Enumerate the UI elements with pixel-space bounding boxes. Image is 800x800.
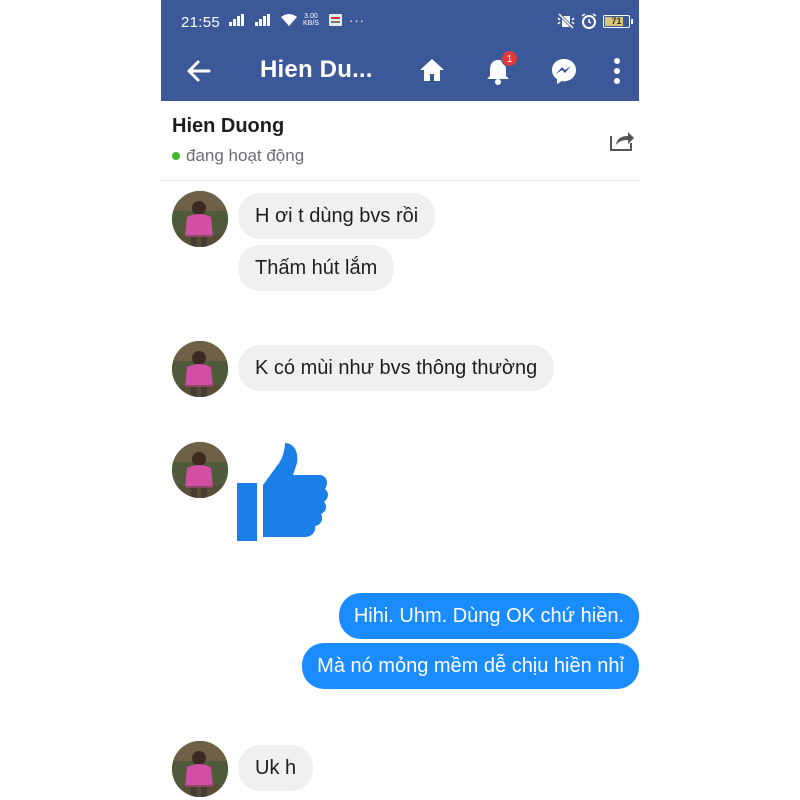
alarm-icon: [581, 13, 597, 29]
phone-screen: 21:55 3.00 KB/S ··· 71 Hien Du... 1 Hien…: [161, 0, 639, 800]
signal-icon: [229, 14, 244, 26]
signal-icon: [255, 14, 270, 26]
battery-icon: 71: [603, 15, 633, 28]
status-time: 21:55: [181, 14, 221, 31]
avatar[interactable]: [172, 341, 228, 397]
app-bar: Hien Du... 1: [161, 40, 639, 101]
message-bubble-outgoing[interactable]: Mà nó mỏng mềm dễ chịu hiền nhỉ: [302, 643, 639, 689]
mute-icon: [557, 13, 575, 29]
home-icon[interactable]: [419, 57, 445, 83]
battery-level: 71: [611, 16, 622, 26]
presence-text: đang hoạt động: [186, 146, 305, 165]
net-speed-value: 3.00: [304, 13, 318, 20]
net-speed: 3.00 KB/S: [303, 13, 319, 27]
avatar-photo: [172, 741, 228, 797]
avatar-photo: [172, 341, 228, 397]
app-title: Hien Du...: [260, 56, 373, 83]
message-bubble-incoming[interactable]: Uk h: [238, 745, 314, 791]
status-bar: 21:55 3.00 KB/S ··· 71: [161, 0, 639, 40]
notification-count-badge: 1: [501, 50, 518, 67]
avatar-photo: [172, 191, 228, 247]
avatar[interactable]: [172, 741, 228, 797]
messenger-icon[interactable]: [550, 57, 578, 85]
message-bubble-incoming[interactable]: H ơi t dùng bvs rồi: [238, 193, 436, 239]
notification-icon: [329, 14, 342, 26]
active-status-dot: [172, 152, 180, 160]
contact-name[interactable]: Hien Duong: [172, 115, 284, 138]
back-arrow-icon[interactable]: [185, 57, 213, 85]
avatar[interactable]: [172, 191, 228, 247]
wifi-icon: [281, 14, 297, 26]
more-vertical-icon[interactable]: [613, 57, 621, 85]
avatar-photo: [172, 442, 228, 498]
message-bubble-incoming[interactable]: K có mùi như bvs thông thường: [238, 345, 555, 391]
net-speed-unit: KB/S: [303, 20, 319, 27]
conversation-header: Hien Duong đang hoạt động: [161, 101, 639, 181]
message-bubble-outgoing[interactable]: Hihi. Uhm. Dùng OK chứ hiền.: [338, 593, 639, 639]
overflow-dots: ···: [349, 13, 365, 28]
share-icon[interactable]: [609, 128, 635, 152]
thumbs-up-icon[interactable]: [235, 441, 331, 545]
avatar[interactable]: [172, 442, 228, 498]
message-bubble-incoming[interactable]: Thấm hút lắm: [238, 245, 395, 291]
